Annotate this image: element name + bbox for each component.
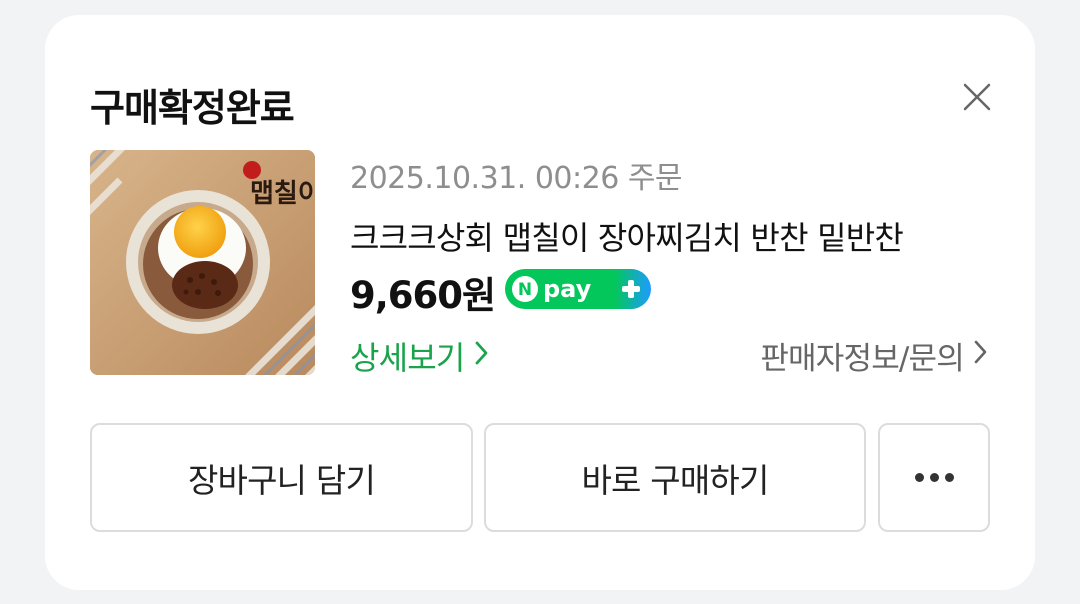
npay-plus-badge: N pay — [505, 269, 651, 309]
close-icon[interactable] — [953, 73, 1001, 121]
add-to-cart-button[interactable]: 장바구니 담기 — [90, 423, 473, 532]
seller-info-link[interactable]: 판매자정보/문의 — [760, 333, 990, 378]
buy-now-button[interactable]: 바로 구매하기 — [484, 423, 866, 532]
order-date: 2025.10.31. 00:26 주문 — [350, 161, 683, 196]
seller-info-label: 판매자정보/문의 — [760, 341, 964, 377]
product-name[interactable]: 크크크상회 맵칠이 장아찌김치 반찬 밑반찬 — [350, 213, 970, 259]
npay-text: pay — [543, 275, 592, 303]
chevron-right-icon — [473, 337, 491, 375]
thumbnail-logo-text: 맵칠이 — [250, 179, 315, 209]
purchase-confirm-card: 구매확정완료 맵칠이 2025.10.31. 00:26 주문 크크크상회 맵칠… — [45, 15, 1035, 590]
npay-logo-letter: N — [518, 280, 532, 300]
product-price: 9,660원 — [350, 274, 496, 317]
product-thumbnail[interactable]: 맵칠이 — [90, 150, 315, 375]
chevron-right-icon — [972, 338, 990, 374]
detail-link[interactable]: 상세보기 — [350, 333, 491, 379]
card-title: 구매확정완료 — [90, 86, 295, 130]
more-options-button[interactable] — [878, 423, 990, 532]
buy-now-label: 바로 구매하기 — [581, 460, 769, 500]
more-dots-icon — [914, 473, 954, 482]
detail-link-label: 상세보기 — [350, 339, 465, 377]
add-to-cart-label: 장바구니 담기 — [187, 460, 376, 500]
